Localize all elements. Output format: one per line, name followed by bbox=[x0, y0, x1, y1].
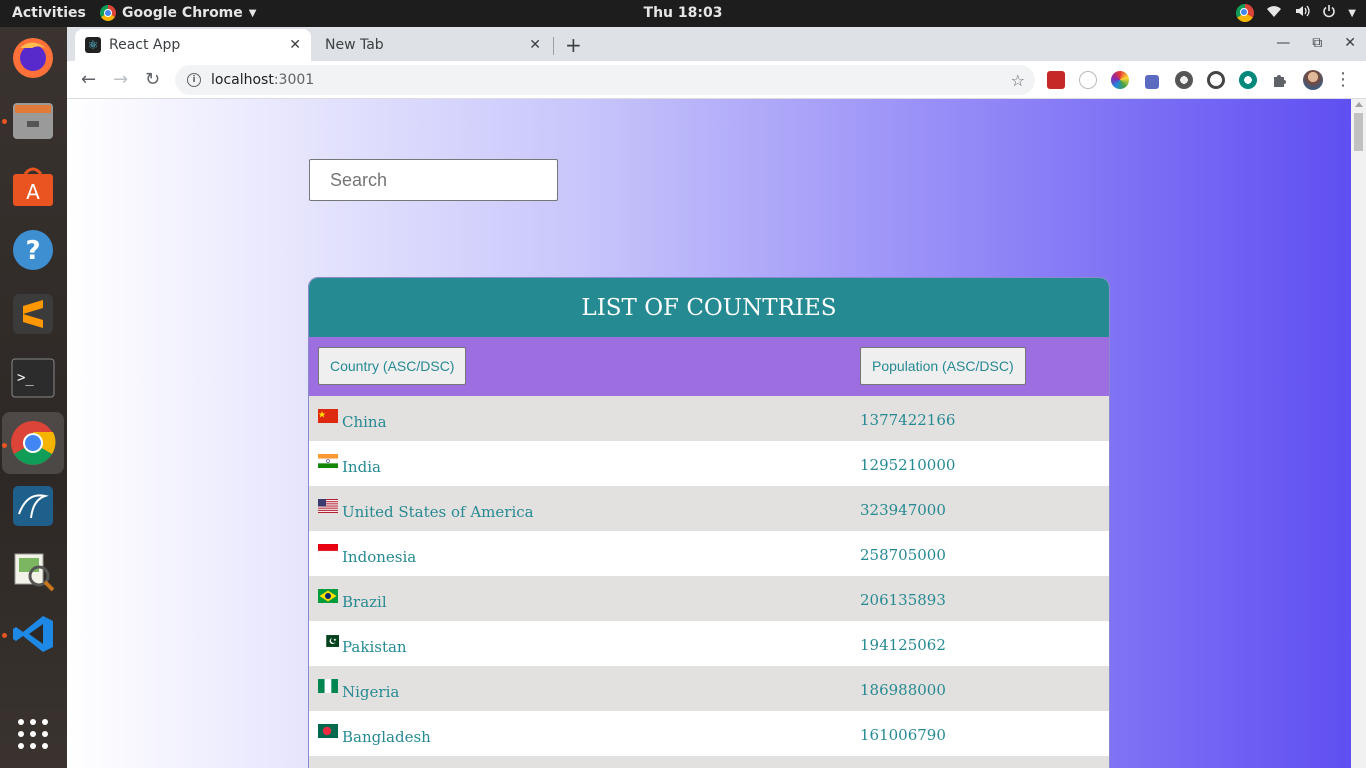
sort-row: Country (ASC/DSC) Population (ASC/DSC) bbox=[309, 337, 1109, 396]
sublime-text-icon[interactable] bbox=[9, 290, 57, 338]
table-row: Bangladesh 161006790 bbox=[309, 711, 1109, 756]
clock[interactable]: Thu 18:03 bbox=[0, 5, 1366, 21]
population-value: 1377422166 bbox=[860, 411, 956, 429]
country-name: India bbox=[342, 458, 381, 476]
table-row: India 1295210000 bbox=[309, 441, 1109, 486]
image-viewer-icon[interactable] bbox=[9, 546, 57, 594]
gnome-top-bar: Activities Google Chrome ▼ Thu 18:03 ▼ bbox=[0, 0, 1366, 27]
minimize-button[interactable]: — bbox=[1276, 35, 1290, 51]
more-menu-icon[interactable]: ⋮ bbox=[1334, 69, 1352, 90]
chrome-window: ⚛ React App ✕ New Tab ✕ + — ⧉ ✕ ← → ↻ i … bbox=[67, 27, 1366, 768]
country-name: Brazil bbox=[342, 593, 387, 611]
svg-text:>_: >_ bbox=[17, 370, 34, 386]
table-row: Nigeria 186988000 bbox=[309, 666, 1109, 711]
new-tab-button[interactable]: + bbox=[565, 33, 582, 57]
country-name: Indonesia bbox=[342, 548, 417, 566]
table-row: Pakistan 194125062 bbox=[309, 621, 1109, 666]
color-picker-icon[interactable] bbox=[1111, 71, 1129, 89]
countries-table: LIST OF COUNTRIES Country (ASC/DSC) Popu… bbox=[308, 277, 1110, 768]
close-tab-icon[interactable]: ✕ bbox=[289, 37, 301, 53]
avatar[interactable] bbox=[1303, 70, 1323, 90]
mysql-workbench-icon[interactable] bbox=[9, 482, 57, 530]
window-controls: — ⧉ ✕ bbox=[1276, 35, 1356, 51]
tab-label: React App bbox=[109, 37, 181, 53]
forward-button[interactable]: → bbox=[113, 69, 128, 90]
nigeria-flag-icon bbox=[318, 679, 338, 693]
indonesia-flag-icon bbox=[318, 544, 338, 558]
extension-icon[interactable] bbox=[1175, 71, 1193, 89]
extension-icon[interactable] bbox=[1207, 71, 1225, 89]
tab-react-app[interactable]: ⚛ React App ✕ bbox=[75, 29, 311, 61]
population-value: 206135893 bbox=[860, 591, 946, 609]
population-value: 186988000 bbox=[860, 681, 946, 699]
chevron-down-icon: ▼ bbox=[1348, 7, 1356, 19]
bangladesh-flag-icon bbox=[318, 724, 338, 738]
scroll-up-arrow-icon[interactable] bbox=[1355, 102, 1363, 107]
india-flag-icon bbox=[318, 454, 338, 468]
sort-country-button[interactable]: Country (ASC/DSC) bbox=[318, 347, 467, 385]
population-value: 1295210000 bbox=[860, 456, 956, 474]
software-center-icon[interactable]: A bbox=[9, 162, 57, 210]
tab-label: New Tab bbox=[325, 37, 384, 53]
puzzle-icon[interactable] bbox=[1271, 71, 1289, 89]
extension-icon[interactable] bbox=[1239, 71, 1257, 89]
country-name: China bbox=[342, 413, 387, 431]
country-name: United States of America bbox=[342, 503, 534, 521]
brazil-flag-icon bbox=[318, 589, 338, 603]
volume-icon bbox=[1294, 4, 1310, 22]
country-name: Pakistan bbox=[342, 638, 407, 656]
reload-button[interactable]: ↻ bbox=[145, 69, 160, 90]
vscode-icon[interactable] bbox=[9, 610, 57, 658]
usa-flag-icon bbox=[318, 499, 338, 513]
pakistan-flag-icon bbox=[322, 635, 339, 647]
chrome-indicator-icon[interactable] bbox=[1236, 4, 1255, 22]
population-value: 258705000 bbox=[860, 546, 946, 564]
svg-text:?: ? bbox=[25, 236, 40, 266]
population-value: 194125062 bbox=[860, 636, 946, 654]
population-value: 161006790 bbox=[860, 726, 946, 744]
table-row bbox=[309, 756, 1109, 768]
search-input[interactable] bbox=[309, 159, 558, 201]
maximize-button[interactable]: ⧉ bbox=[1312, 35, 1322, 51]
files-icon[interactable] bbox=[9, 97, 57, 145]
china-flag-icon bbox=[318, 409, 338, 423]
table-row: Indonesia 258705000 bbox=[309, 531, 1109, 576]
help-icon[interactable]: ? bbox=[9, 226, 57, 274]
browser-toolbar: ← → ↻ i localhost:3001 ☆ ⋮ bbox=[67, 61, 1366, 99]
terminal-icon[interactable]: >_ bbox=[9, 354, 57, 402]
scroll-thumb[interactable] bbox=[1354, 113, 1363, 151]
close-window-button[interactable]: ✕ bbox=[1344, 35, 1356, 51]
url-text: localhost:3001 bbox=[211, 72, 315, 88]
bookmark-star-icon[interactable]: ☆ bbox=[1011, 71, 1025, 90]
extension-icon[interactable] bbox=[1047, 71, 1065, 89]
country-name: Nigeria bbox=[342, 683, 400, 701]
dock: A ? >_ bbox=[0, 27, 67, 768]
page-viewport: LIST OF COUNTRIES Country (ASC/DSC) Popu… bbox=[67, 99, 1351, 768]
tab-strip: ⚛ React App ✕ New Tab ✕ + — ⧉ ✕ bbox=[67, 27, 1366, 61]
back-button[interactable]: ← bbox=[81, 69, 96, 90]
system-tray[interactable]: ▼ bbox=[1236, 4, 1356, 22]
page-scrollbar[interactable] bbox=[1351, 99, 1366, 768]
table-row: China 1377422166 bbox=[309, 396, 1109, 441]
firefox-icon[interactable] bbox=[9, 33, 57, 81]
sort-population-button[interactable]: Population (ASC/DSC) bbox=[860, 347, 1026, 385]
population-value: 323947000 bbox=[860, 501, 946, 519]
chrome-dock-icon[interactable] bbox=[2, 412, 64, 474]
tab-new-tab[interactable]: New Tab ✕ bbox=[315, 29, 551, 61]
power-icon bbox=[1322, 4, 1336, 22]
show-applications-icon[interactable] bbox=[9, 710, 57, 758]
extension-icon[interactable] bbox=[1145, 75, 1159, 89]
wifi-icon bbox=[1266, 4, 1282, 22]
table-row: Brazil 206135893 bbox=[309, 576, 1109, 621]
react-favicon-icon: ⚛ bbox=[85, 37, 101, 53]
address-bar[interactable]: i localhost:3001 ☆ bbox=[175, 65, 1035, 95]
info-icon[interactable]: i bbox=[187, 73, 201, 87]
country-name: Bangladesh bbox=[342, 728, 431, 746]
page-title: LIST OF COUNTRIES bbox=[309, 278, 1109, 337]
svg-text:A: A bbox=[26, 180, 40, 204]
table-row: United States of America 323947000 bbox=[309, 486, 1109, 531]
close-tab-icon[interactable]: ✕ bbox=[529, 37, 541, 53]
extension-icon[interactable] bbox=[1079, 71, 1097, 89]
